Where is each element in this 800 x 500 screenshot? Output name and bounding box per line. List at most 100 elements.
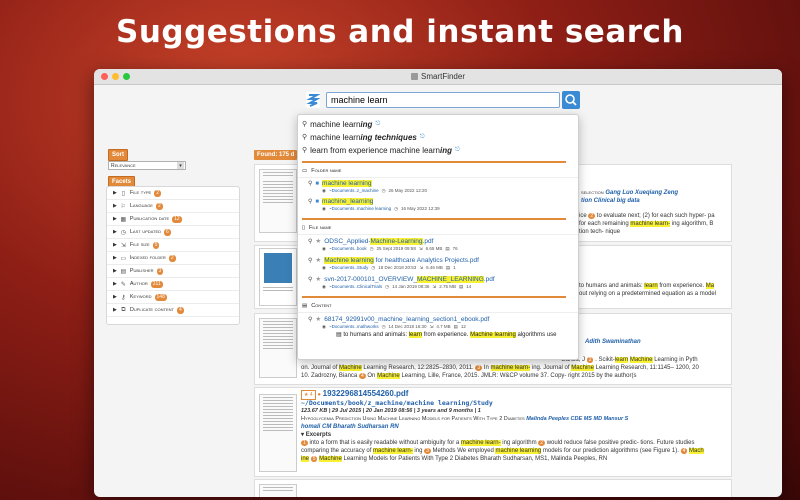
content-result[interactable]: ⚲ ★ 68174_92991v00_machine_learning_sectio… [298,313,578,340]
facet-file-size[interactable]: ▶ ⇲ File size 5 [107,239,239,252]
author-link[interactable]: RN [390,424,399,430]
document-thumbnail[interactable] [259,484,297,497]
result-subtitle: Hypoglycemia Prediction Using Machine Le… [301,416,525,422]
disclosure-triangle-icon: ▶ [113,307,117,313]
author-label: selection [581,190,604,196]
search-icon: ⚲ [308,238,313,245]
author-link[interactable]: CM [322,424,331,430]
content-icon: ▤ [302,303,308,309]
file-result[interactable]: ⚲ ★ Machine learning for healthcare Analyt… [298,254,578,273]
suggestion-item[interactable]: ⚲ machine learn ing ⎋ [298,118,578,131]
duplicate-icon: ⧉ [121,306,126,313]
disclosure-triangle-icon: ▶ [113,294,117,300]
folder-icon: ▭ [120,255,127,262]
search-input[interactable]: machine learn [326,92,560,108]
sort-value: Relevance [111,163,136,169]
facet-language[interactable]: ▶ ⚐ Language 2 [107,200,239,213]
document-thumbnail[interactable] [259,394,297,472]
sort-select[interactable]: Relevance ▾ [108,161,186,170]
section-header-content: ▤ Content [298,298,578,313]
quote-icon: ▤ [336,332,342,338]
folder-result[interactable]: ⚲ ■ machine_learning ◉ ~Documents..machine … [298,196,578,214]
keyword-link[interactable]: tion [581,198,592,204]
pages-icon: ▤ [453,324,458,329]
facet-publication-date[interactable]: ▶ ▦ Publication date 12 [107,213,239,226]
author-link[interactable]: Xueqiang Zeng [635,190,678,196]
author-link[interactable]: Malinda Peeples [526,416,569,422]
facet-keyword[interactable]: ▶ ⚷ Keyword 148 [107,291,239,304]
facet-indexed-folder[interactable]: ▶ ▭ Indexed folder 2 [107,252,239,265]
calendar-icon: ◷ [371,265,376,270]
author-link[interactable]: Gang Luo [605,190,633,196]
result-card[interactable]: ★ 4 ● 1932296814554260.pdf ~/Documents/b… [254,387,732,477]
calendar-icon: ◷ [369,246,374,251]
file-result[interactable]: ⚲ ★ ODSC_Applied-Machine-Learning.pdf ◉ ~Do… [298,235,578,254]
calendar-icon: ▦ [120,216,127,223]
facet-count: 2 [154,189,161,197]
author-link[interactable]: MD [593,416,602,422]
author-link[interactable]: CDE [571,416,583,422]
insert-icon: ⎋ [454,147,460,153]
size-icon: ⇲ [419,265,424,270]
folder-result[interactable]: ⚲ ■ machine learning ◉ ~Documents..z_machin… [298,178,578,196]
facet-duplicate-content[interactable]: ▶ ⧉ Duplicate content 4 [107,304,239,317]
facet-file-type[interactable]: ▶ ▯ File type 2 [107,187,239,200]
search-icon: ⚲ [308,199,313,205]
keyword-link[interactable]: Clinical big data [594,198,640,204]
search-icon: ⚲ [308,276,313,283]
calendar-icon: ◷ [381,324,386,329]
facet-count: 211 [150,280,163,288]
folder-icon: ◉ [322,284,326,289]
headline: Suggestions and instant search [116,14,684,50]
author-link[interactable]: MS [584,416,592,422]
facet-label: Keyword [129,294,152,300]
facet-label: Last updated [129,229,162,235]
author-link[interactable]: Bharath Sudharsan [333,424,388,430]
suggestion-item[interactable]: ⚲ learn from experience machine learn ing ⎋ [298,144,578,157]
facet-publisher[interactable]: ▶ ▤ Publisher 3 [107,265,239,278]
folder-icon: ◉ [322,246,326,251]
result-path[interactable]: ~/Documents/book/z_machine/machine learn… [301,399,493,407]
section-header-file: ▯ File name [298,220,578,235]
author-link[interactable]: homali [301,424,320,430]
search-icon: ⚲ [308,316,313,323]
facet-count: 12 [172,215,182,223]
facet-count: 3 [156,267,164,275]
document-thumbnail[interactable] [259,248,297,306]
document-thumbnail[interactable] [259,169,297,233]
result-card[interactable] [254,479,732,497]
folder-icon: ◉ [322,206,326,211]
document-thumbnail[interactable] [259,318,297,378]
window-controls [101,73,130,80]
search-icon: ⚲ [302,121,308,128]
size-icon: ⇲ [120,242,126,249]
facet-label: Publisher [129,268,154,274]
disclosure-triangle-icon: ▶ [113,216,117,222]
author-link[interactable]: Adith Swaminathan [585,339,641,345]
result-title[interactable]: 1932296814554260.pdf [323,389,409,398]
facet-last-updated[interactable]: ▶ ◷ Last updated 6 [107,226,239,239]
app-logo-icon [306,92,320,108]
minimize-window-button[interactable] [112,73,119,80]
author-link[interactable]: Mansur S [604,416,629,422]
folder-icon: ▭ [302,168,308,174]
facet-label: Indexed folder [129,255,166,261]
pages-icon: ▤ [445,246,450,251]
file-result[interactable]: ⚲ ★ svn-2017-000101_OVERVIEW_MACHINE_LEARN… [298,273,578,292]
facet-author[interactable]: ▶ ✎ Author 211 [107,278,239,291]
bullet-icon: ● [317,392,321,398]
zoom-window-button[interactable] [123,73,130,80]
close-window-button[interactable] [101,73,108,80]
folder-icon: ■ [315,180,320,187]
flag-icon: ⚐ [120,203,127,210]
facet-label: Author [129,281,148,287]
sort-label: Sort [108,149,128,161]
folder-icon: ◉ [322,324,326,329]
suggestion-item[interactable]: ⚲ machine learn ing techniques ⎋ [298,131,578,144]
search-button[interactable] [562,91,580,109]
chevron-down-icon: ▾ [177,162,184,169]
pen-icon: ✎ [120,281,126,288]
clock-icon: ◷ [120,229,126,236]
star-icon: ★ [315,238,322,245]
pages-icon: ▤ [445,265,451,270]
